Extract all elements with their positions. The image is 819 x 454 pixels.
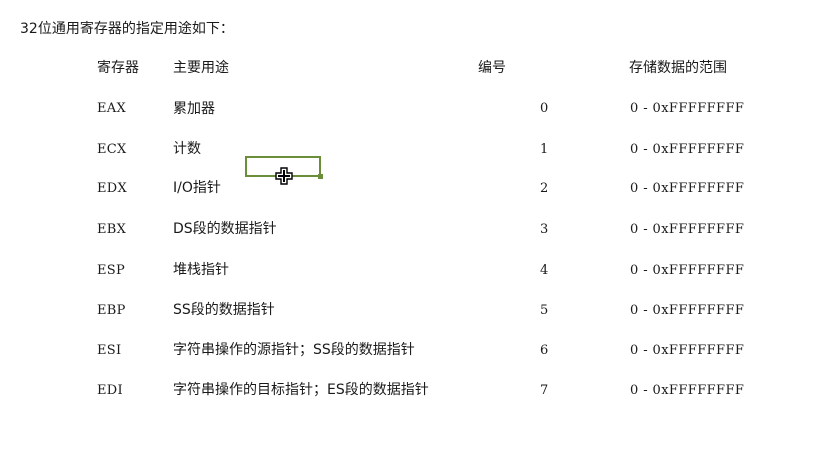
register-number: 6 — [540, 343, 549, 358]
register-range: 0 - 0xFFFFFFFF — [630, 263, 745, 278]
register-usage: SS段的数据指针 — [173, 302, 275, 318]
register-usage: 字符串操作的源指针；SS段的数据指针 — [173, 342, 415, 358]
register-range: 0 - 0xFFFFFFFF — [630, 142, 745, 157]
register-range: 0 - 0xFFFFFFFF — [630, 101, 745, 116]
register-name: EBX — [97, 222, 127, 237]
selection-resize-handle[interactable] — [318, 174, 323, 179]
register-number: 0 — [540, 101, 549, 116]
header-number: 编号 — [478, 60, 506, 76]
register-usage: 计数 — [173, 141, 201, 157]
register-range: 0 - 0xFFFFFFFF — [630, 383, 745, 398]
register-range: 0 - 0xFFFFFFFF — [630, 222, 745, 237]
register-usage: DS段的数据指针 — [173, 221, 277, 237]
register-number: 4 — [540, 263, 549, 278]
register-number: 7 — [540, 383, 549, 398]
register-name: EDX — [97, 181, 128, 196]
register-usage: I/O指针 — [173, 180, 221, 196]
register-name: ESP — [97, 263, 126, 278]
register-usage: 字符串操作的目标指针；ES段的数据指针 — [173, 382, 429, 398]
register-number: 5 — [540, 303, 549, 318]
register-usage: 堆栈指针 — [173, 262, 229, 278]
register-usage: 累加器 — [173, 101, 215, 117]
register-number: 3 — [540, 222, 549, 237]
register-name: EBP — [97, 303, 126, 318]
register-name: ESI — [97, 343, 122, 358]
register-table: 寄存器 主要用途 编号 存储数据的范围 EAX 累加器 0 0 - 0xFFFF… — [0, 0, 819, 454]
register-name: ECX — [97, 142, 127, 157]
register-number: 2 — [540, 181, 549, 196]
move-cross-cursor-icon — [275, 167, 293, 185]
register-range: 0 - 0xFFFFFFFF — [630, 303, 745, 318]
register-number: 1 — [540, 142, 549, 157]
register-name: EAX — [97, 101, 127, 116]
header-usage: 主要用途 — [173, 60, 229, 76]
header-register: 寄存器 — [97, 60, 139, 76]
register-name: EDI — [97, 383, 123, 398]
register-range: 0 - 0xFFFFFFFF — [630, 181, 745, 196]
header-range: 存储数据的范围 — [629, 60, 727, 76]
register-range: 0 - 0xFFFFFFFF — [630, 343, 745, 358]
